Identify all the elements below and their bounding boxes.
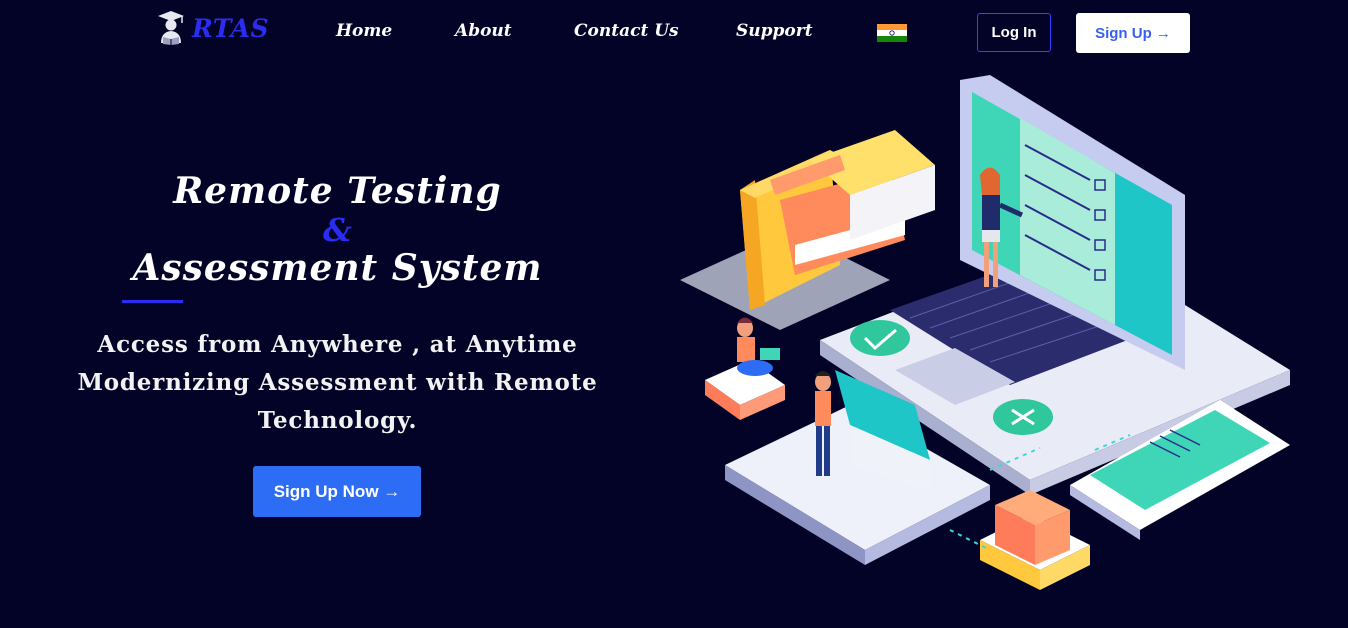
check-circle — [850, 320, 910, 356]
brand-logo[interactable]: RTAS — [156, 10, 269, 46]
hero-title-ampersand: & — [323, 211, 352, 249]
hero-title-line-2: Assessment System — [132, 247, 543, 289]
graduate-reading-icon — [158, 11, 184, 45]
top-navbar: RTAS Home About Contact Us Support Log I… — [0, 0, 1348, 66]
hero-subtitle: Access from Anywhere , at Anytime Modern… — [40, 326, 635, 440]
nav-link-contact-us[interactable]: Contact Us — [574, 21, 679, 41]
signup-now-button[interactable]: Sign Up Now → — [253, 466, 421, 517]
india-flag-icon[interactable] — [877, 24, 907, 42]
title-accent-line — [122, 300, 183, 303]
hero-illustration — [680, 75, 1290, 590]
signup-button[interactable]: Sign Up → — [1076, 13, 1190, 53]
subtitle-line: Access from Anywhere , at Anytime — [97, 331, 578, 358]
hero-title-line-1: Remote Testing — [173, 170, 502, 212]
nav-link-support[interactable]: Support — [736, 21, 813, 41]
brand-name: RTAS — [192, 13, 270, 43]
subtitle-line: Modernizing Assessment with Remote — [77, 369, 598, 396]
login-button[interactable]: Log In — [977, 13, 1051, 52]
nav-link-about[interactable]: About — [455, 21, 512, 41]
subtitle-line: Technology. — [257, 407, 418, 434]
nav-link-home[interactable]: Home — [336, 21, 392, 41]
